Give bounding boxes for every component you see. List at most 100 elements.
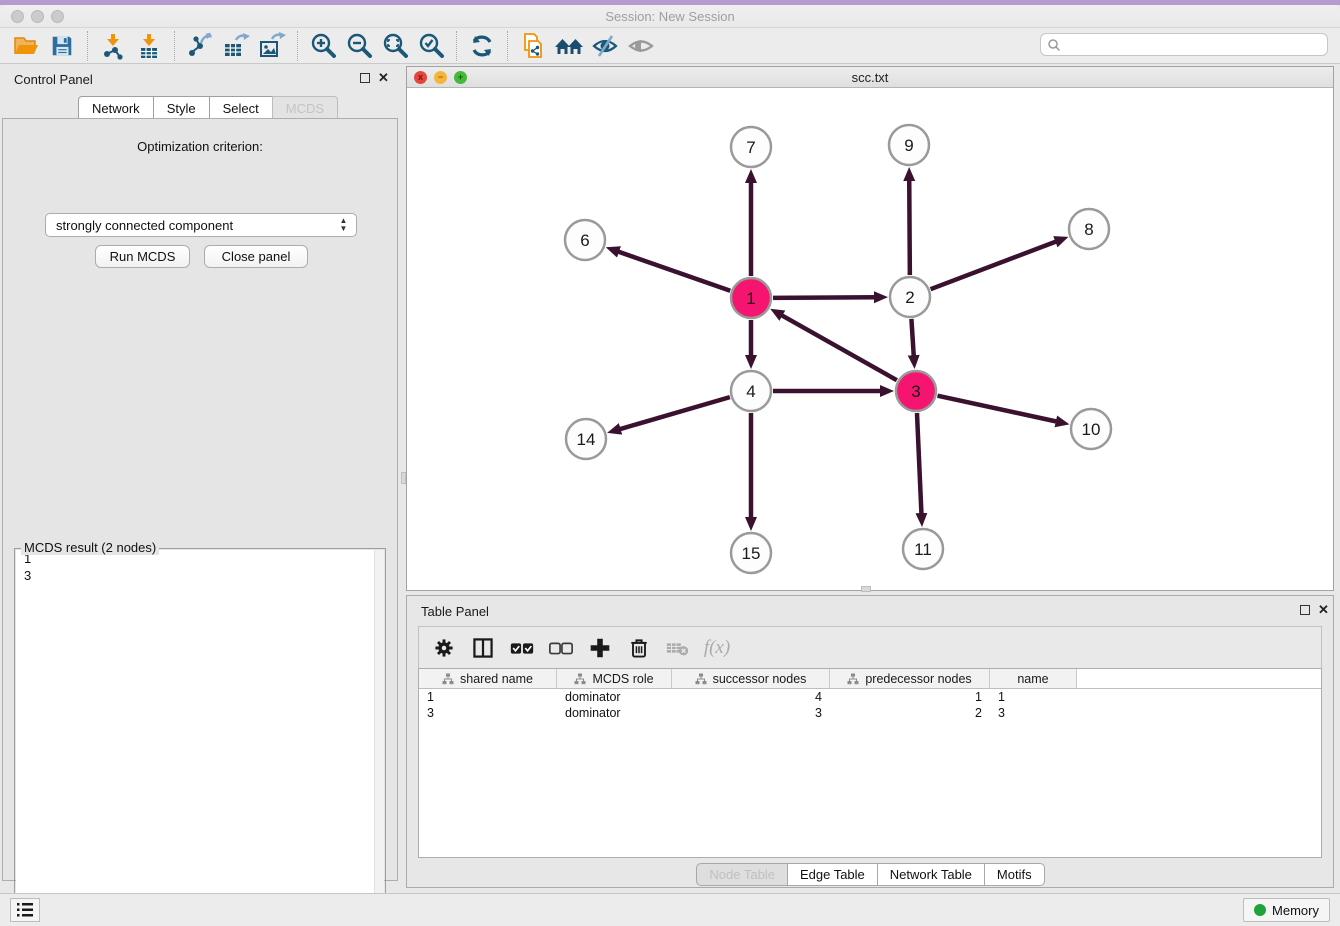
zoom-in-button[interactable] — [305, 30, 341, 62]
tab-select[interactable]: Select — [209, 96, 273, 119]
column-header-successor-nodes[interactable]: successor nodes — [672, 669, 830, 688]
table-cell[interactable]: 1 — [990, 689, 1077, 705]
status-bar: Memory — [0, 893, 1340, 926]
mcds-result-textarea[interactable]: 1 3 — [16, 550, 384, 926]
result-scrollbar[interactable] — [374, 550, 384, 926]
network-canvas[interactable]: 7968124314101511 — [407, 88, 1333, 590]
graph-edge-2-3[interactable] — [911, 319, 913, 358]
zoom-selected-button[interactable] — [413, 30, 449, 62]
control-panel-tabs: Network Style Select MCDS — [78, 96, 337, 119]
memory-button[interactable]: Memory — [1243, 898, 1330, 922]
table-cell[interactable]: 2 — [830, 705, 990, 721]
table-cell[interactable]: 3 — [672, 705, 830, 721]
close-panel-icon[interactable]: ✕ — [378, 70, 389, 86]
table-cell[interactable]: 4 — [672, 689, 830, 705]
zoom-out-button[interactable] — [341, 30, 377, 62]
table-cell[interactable]: 3 — [419, 705, 557, 721]
import-network-icon — [99, 32, 127, 60]
search-input[interactable] — [1061, 36, 1327, 54]
column-header-label: predecessor nodes — [865, 672, 971, 686]
select-all-columns-button[interactable] — [507, 633, 537, 663]
table-cell[interactable]: 1 — [830, 689, 990, 705]
graph-edge-4-14[interactable] — [618, 397, 730, 430]
table-cell[interactable]: dominator — [557, 689, 672, 705]
export-table-button[interactable] — [218, 30, 254, 62]
table-panel-title: Table Panel — [421, 604, 489, 619]
zoom-fit-button[interactable] — [377, 30, 413, 62]
tab-edge-table[interactable]: Edge Table — [787, 863, 878, 886]
plus-icon — [587, 635, 613, 661]
tab-style[interactable]: Style — [153, 96, 210, 119]
export-network-button[interactable] — [182, 30, 218, 62]
function-builder-button[interactable]: f(x) — [702, 633, 732, 663]
tab-node-table[interactable]: Node Table — [696, 863, 788, 886]
graph-edge-3-1[interactable] — [780, 314, 897, 380]
table-cell[interactable]: dominator — [557, 705, 672, 721]
graph-node-label: 2 — [905, 288, 914, 307]
table-cell[interactable]: 1 — [419, 689, 557, 705]
export-image-button[interactable] — [254, 30, 290, 62]
node-table-body: 1dominator4113dominator323 — [419, 689, 1321, 721]
close-panel-button[interactable]: Close panel — [204, 245, 308, 268]
tab-network-table[interactable]: Network Table — [877, 863, 985, 886]
column-header-MCDS-role[interactable]: MCDS role — [557, 669, 672, 688]
delete-table-icon — [665, 635, 691, 661]
window-titlebar: Session: New Session — [0, 5, 1340, 28]
unselect-all-columns-button[interactable] — [546, 633, 576, 663]
first-neighbors-button[interactable] — [551, 30, 587, 62]
run-mcds-button[interactable]: Run MCDS — [95, 245, 190, 268]
graph-edge-2-9[interactable] — [909, 178, 910, 275]
hide-selected-button[interactable] — [587, 30, 623, 62]
control-panel: Control Panel ✕ Network Style Select MCD… — [0, 64, 400, 882]
table-settings-button[interactable] — [429, 633, 459, 663]
table-row[interactable]: 1dominator411 — [419, 689, 1321, 705]
column-type-icon — [442, 673, 454, 685]
graph-edge-1-6[interactable] — [616, 251, 730, 291]
task-history-button[interactable] — [10, 898, 40, 922]
open-session-button[interactable] — [8, 30, 44, 62]
show-all-button[interactable] — [623, 30, 659, 62]
criterion-select[interactable]: strongly connected component ▲▼ — [45, 213, 357, 237]
splitter-handle[interactable] — [861, 586, 871, 592]
tab-mcds[interactable]: MCDS — [272, 96, 338, 119]
zoom-selected-icon — [417, 32, 445, 60]
graph-node-label: 4 — [746, 382, 755, 401]
float-panel-icon[interactable] — [360, 73, 370, 83]
graph-node-label: 6 — [580, 231, 589, 250]
graph-edge-3-10[interactable] — [937, 396, 1058, 422]
toolbar-separator — [507, 31, 508, 61]
graph-edge-3-11[interactable] — [917, 413, 922, 516]
column-header-predecessor-nodes[interactable]: predecessor nodes — [830, 669, 990, 688]
tab-network[interactable]: Network — [78, 96, 154, 119]
close-panel-icon[interactable]: ✕ — [1318, 602, 1329, 618]
network-view-window: x − + scc.txt 7968124314101511 — [406, 66, 1334, 591]
global-search-field[interactable] — [1040, 33, 1328, 56]
column-type-icon — [574, 673, 586, 685]
fx-icon: f(x) — [704, 637, 730, 659]
zoom-fit-icon — [381, 32, 409, 60]
import-table-button[interactable] — [131, 30, 167, 62]
network-window-titlebar[interactable]: x − + scc.txt — [407, 67, 1333, 88]
import-network-button[interactable] — [95, 30, 131, 62]
save-session-button[interactable] — [44, 30, 80, 62]
float-panel-icon[interactable] — [1300, 605, 1310, 615]
graph-edge-1-2[interactable] — [773, 297, 877, 298]
table-row[interactable]: 3dominator323 — [419, 705, 1321, 721]
export-image-icon — [258, 32, 286, 60]
column-header-name[interactable]: name — [990, 669, 1077, 688]
graph-edge-2-8[interactable] — [931, 241, 1059, 289]
refresh-view-button[interactable] — [464, 30, 500, 62]
show-column-panel-button[interactable] — [468, 633, 498, 663]
delete-table-button[interactable] — [663, 633, 693, 663]
create-column-button[interactable] — [585, 633, 615, 663]
table-cell[interactable]: 3 — [990, 705, 1077, 721]
clone-network-button[interactable] — [515, 30, 551, 62]
mcds-result-title: MCDS result (2 nodes) — [21, 540, 159, 555]
delete-column-button[interactable] — [624, 633, 654, 663]
optimization-criterion-label: Optimization criterion: — [3, 139, 397, 154]
clone-network-icon — [519, 32, 547, 60]
control-panel-title: Control Panel — [14, 72, 93, 87]
column-header-shared-name[interactable]: shared name — [419, 669, 557, 688]
graph-node-label: 3 — [911, 382, 920, 401]
tab-motifs[interactable]: Motifs — [984, 863, 1045, 886]
